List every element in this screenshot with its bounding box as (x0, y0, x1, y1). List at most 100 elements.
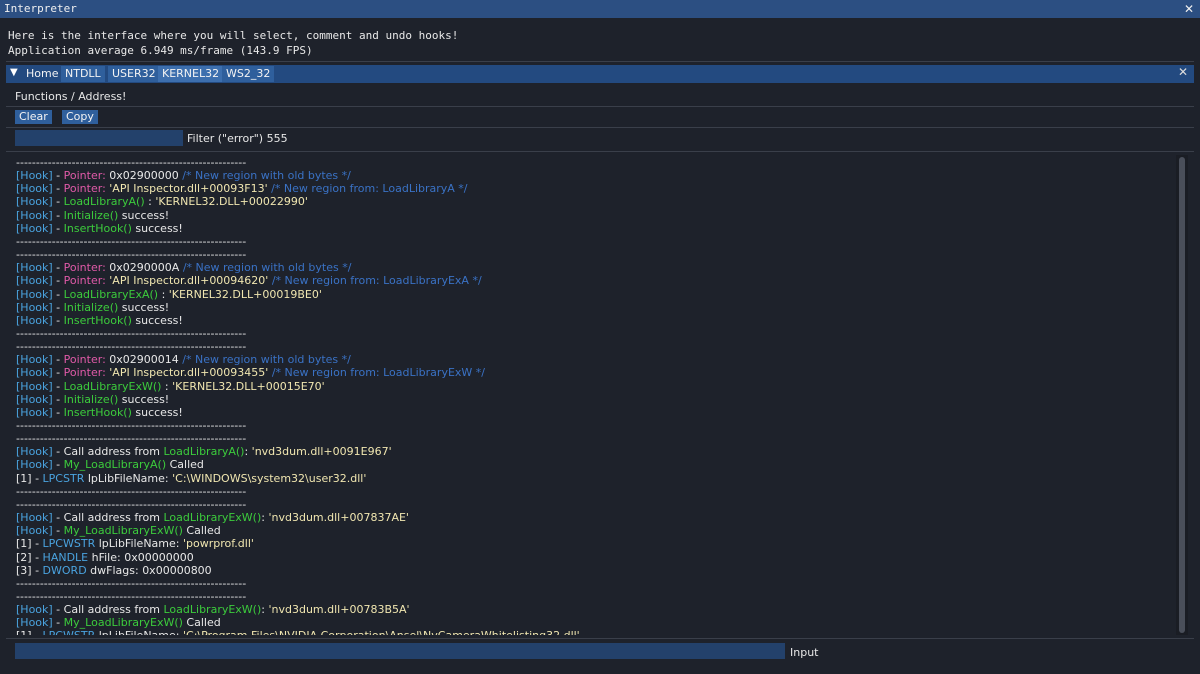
scrollbar-thumb[interactable] (1179, 157, 1185, 633)
log-segment-txt: : (161, 379, 173, 393)
log-segment-txt: - (52, 300, 64, 314)
log-segment-txt: 0x00000000 (124, 550, 194, 564)
log-line: ----------------------------------------… (16, 498, 246, 511)
log-segment-hook: [Hook] (16, 182, 53, 196)
log-segment-txt: Called (166, 458, 204, 472)
log-segment-txt: : (158, 287, 169, 301)
log-segment-txt: - (52, 366, 64, 380)
log-line: [2] - HANDLE hFile: 0x00000000 (16, 551, 194, 564)
log-segment-str: 'API Inspector.dll+00093F13' (109, 182, 272, 196)
log-segment-txt: - (52, 208, 64, 222)
log-segment-str: 'KERNEL32.DLL+00022990' (155, 195, 308, 209)
log-segment-txt: Called (182, 524, 221, 538)
log-segment-txt: : (144, 195, 156, 209)
log-line: [Hook] - Call address from LoadLibraryA(… (16, 445, 392, 458)
log-line: [Hook] - Pointer: 'API Inspector.dll+000… (16, 366, 485, 379)
log-segment-txt: success! (118, 300, 170, 314)
log-segment-txt: success! (118, 208, 170, 222)
log-line: ----------------------------------------… (16, 577, 246, 590)
log-line: ----------------------------------------… (16, 340, 246, 353)
log-line: [Hook] - Initialize() success! (16, 301, 169, 314)
log-segment-txt: - (52, 353, 64, 367)
tab-home[interactable]: Home (22, 66, 62, 82)
log-segment-hook: [Hook] (16, 603, 53, 617)
log-segment-txt: [1] - (16, 537, 43, 551)
log-scrollbar[interactable] (1176, 155, 1188, 635)
log-segment-fn: InsertHook() (63, 405, 132, 419)
log-segment-txt: [2] - (16, 550, 43, 564)
log-segment-ptr: Pointer: (63, 353, 110, 367)
log-segment-ptr: Pointer: (63, 366, 110, 380)
log-line: [Hook] - LoadLibraryExA() : 'KERNEL32.DL… (16, 288, 322, 301)
log-segment-fn: Initialize() (63, 392, 119, 406)
log-segment-dash: ----------------------------------------… (16, 419, 247, 432)
copy-button[interactable]: Copy (62, 110, 98, 124)
log-segment-ptr: Pointer: (63, 169, 110, 183)
title-bar[interactable]: Interpreter ✕ (0, 0, 1200, 18)
log-line: ----------------------------------------… (16, 485, 246, 498)
log-segment-txt: - (52, 261, 64, 275)
log-line: ----------------------------------------… (16, 590, 246, 603)
clear-button[interactable]: Clear (15, 110, 52, 124)
log-segment-txt: - (52, 379, 64, 393)
log-line: [1] - LPCWSTR lpLibFileName: 'powrprof.d… (16, 537, 254, 550)
log-segment-txt: hFile: (88, 550, 125, 564)
log-segment-fn: Initialize() (63, 300, 119, 314)
log-line: ----------------------------------------… (16, 432, 246, 445)
log-segment-fn: My_LoadLibraryExW() (63, 616, 183, 630)
log-segment-hook: [Hook] (16, 524, 53, 538)
log-segment-hook: [Hook] (16, 445, 53, 459)
window-close-icon[interactable]: ✕ (1184, 0, 1194, 18)
log-segment-fn: LoadLibraryExW() (163, 511, 262, 525)
tab-kernel32[interactable]: KERNEL32 (158, 66, 224, 82)
log-segment-txt: - (52, 182, 64, 196)
log-line: [Hook] - InsertHook() success! (16, 406, 183, 419)
divider (6, 61, 1194, 62)
log-segment-hook: [Hook] (16, 366, 53, 380)
tab-user32[interactable]: USER32 (108, 66, 160, 82)
log-line: [Hook] - InsertHook() success! (16, 314, 183, 327)
log-segment-ptr: Pointer: (63, 261, 110, 275)
divider (6, 638, 1194, 639)
log-segment-dash: ----------------------------------------… (16, 234, 247, 248)
command-input[interactable] (15, 643, 785, 659)
log-segment-fn: Initialize() (63, 208, 119, 222)
tab-close-icon[interactable]: ✕ (1178, 65, 1188, 79)
log-segment-hook: [Hook] (16, 616, 53, 630)
log-line: ----------------------------------------… (16, 248, 246, 261)
log-segment-ptr: Pointer: (63, 182, 110, 196)
log-segment-hook: [Hook] (16, 300, 53, 314)
log-line: ----------------------------------------… (16, 156, 246, 169)
log-segment-hook: LPCSTR (42, 471, 85, 485)
log-segment-hook: DWORD (42, 563, 87, 577)
log-segment-fn: LoadLibraryExA() (63, 287, 159, 301)
log-segment-hook: HANDLE (42, 550, 89, 564)
log-segment-dash: ----------------------------------------… (16, 340, 247, 354)
log-line: [Hook] - Initialize() success! (16, 209, 169, 222)
log-segment-str: 'powrprof.dll' (182, 537, 254, 551)
log-segment-txt: [1] - (16, 471, 43, 485)
tab-ntdll[interactable]: NTDLL (61, 66, 105, 82)
log-segment-txt: dwFlags: (86, 563, 143, 577)
log-segment-fn: LoadLibraryExW() (63, 379, 162, 393)
log-segment-cmt: /* New region with old bytes */ (182, 169, 351, 183)
filter-input[interactable] (15, 130, 183, 146)
log-segment-txt: 0x0290000A (109, 261, 183, 275)
log-segment-hook: [Hook] (16, 405, 53, 419)
tab-list-dropdown-icon[interactable]: ▼ (10, 67, 18, 78)
log-segment-hook: [Hook] (16, 169, 53, 183)
log-segment-dash: ----------------------------------------… (16, 497, 247, 511)
log-segment-txt: - (52, 458, 64, 472)
log-segment-str: 'KERNEL32.DLL+00019BE0' (168, 287, 322, 301)
log-line: [Hook] - LoadLibraryA() : 'KERNEL32.DLL+… (16, 195, 308, 208)
log-segment-txt: success! (131, 405, 183, 419)
log-segment-txt: - (52, 169, 64, 183)
log-segment-str: 'C:\WINDOWS\system32\user32.dll' (172, 471, 367, 485)
tab-ws2-32[interactable]: WS2_32 (222, 66, 275, 82)
log-segment-fn: My_LoadLibraryExW() (63, 524, 183, 538)
log-segment-hook: [Hook] (16, 313, 53, 327)
log-line: [Hook] - LoadLibraryExW() : 'KERNEL32.DL… (16, 380, 325, 393)
log-line: [1] - LPCSTR lpLibFileName: 'C:\WINDOWS\… (16, 472, 366, 485)
log-panel[interactable]: ----------------------------------------… (6, 155, 1178, 635)
log-line: [Hook] - Pointer: 0x02900014 /* New regi… (16, 353, 351, 366)
